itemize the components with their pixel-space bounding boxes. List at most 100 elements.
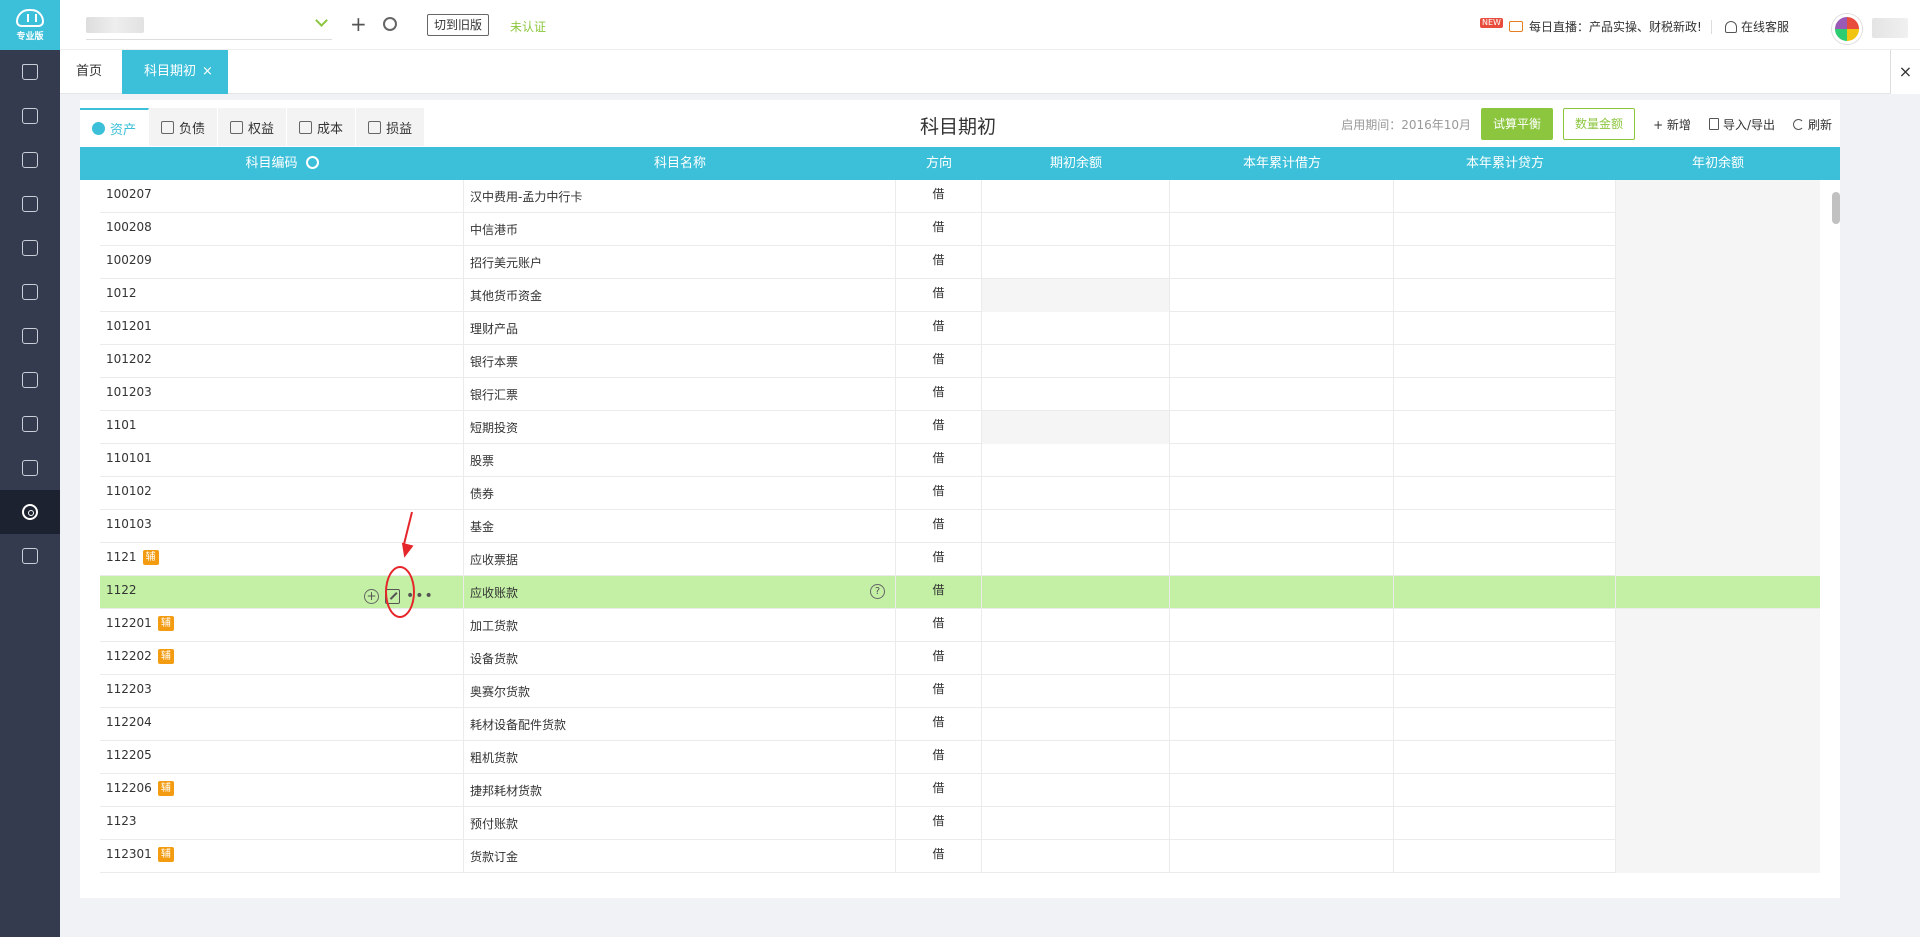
add-company-icon[interactable]: + <box>350 14 367 34</box>
cell-opening-balance[interactable] <box>982 279 1170 312</box>
cell-ytd-credit[interactable] <box>1394 510 1616 543</box>
tab-liabilities[interactable]: 负债 <box>149 108 219 146</box>
cell-ytd-credit[interactable] <box>1394 609 1616 642</box>
add-button[interactable]: + 新增 <box>1653 116 1691 133</box>
cell-ytd-debit[interactable] <box>1170 609 1394 642</box>
sidebar-item-funds[interactable] <box>0 182 60 226</box>
cell-ytd-credit[interactable] <box>1394 444 1616 477</box>
cell-opening-balance[interactable] <box>982 807 1170 840</box>
table-row[interactable]: 112204 耗材设备配件货款 借 <box>100 708 1820 741</box>
quantity-amount-button[interactable]: 数量金额 <box>1563 108 1636 140</box>
close-tab-icon[interactable]: × <box>202 64 213 79</box>
scrollbar[interactable] <box>1830 188 1840 888</box>
username-redacted[interactable] <box>1872 18 1908 38</box>
cell-ytd-debit[interactable] <box>1170 807 1394 840</box>
tab-cost[interactable]: 成本 <box>287 108 357 146</box>
sidebar-item-video[interactable] <box>0 534 60 578</box>
cell-ytd-credit[interactable] <box>1394 411 1616 444</box>
cell-opening-balance[interactable] <box>982 642 1170 675</box>
cell-ytd-credit[interactable] <box>1394 345 1616 378</box>
cell-opening-balance[interactable] <box>982 378 1170 411</box>
cell-ytd-debit[interactable] <box>1170 444 1394 477</box>
table-row[interactable]: 1012 其他货币资金 借 <box>100 279 1820 312</box>
sidebar-item-books[interactable] <box>0 226 60 270</box>
column-settings-icon[interactable] <box>305 156 319 169</box>
table-row[interactable]: 112203 奥赛尔货款 借 <box>100 675 1820 708</box>
table-row[interactable]: 101203 银行汇票 借 <box>100 378 1820 411</box>
table-row[interactable]: 101201 理财产品 借 <box>100 312 1820 345</box>
cell-ytd-debit[interactable] <box>1170 477 1394 510</box>
table-row[interactable]: 100207 汉中费用-孟力中行卡 借 <box>100 180 1820 213</box>
cell-ytd-debit[interactable] <box>1170 741 1394 774</box>
unverified-link[interactable]: 未认证 <box>510 18 546 35</box>
scroll-thumb[interactable] <box>1832 192 1840 224</box>
close-all-tabs-button[interactable]: × <box>1890 50 1920 94</box>
tab-home[interactable]: 首页 <box>76 50 102 94</box>
cell-ytd-credit[interactable] <box>1394 213 1616 246</box>
table-row[interactable]: 1123 预付账款 借 <box>100 807 1820 840</box>
aux-accounting-badge[interactable]: 辅 <box>157 649 174 664</box>
cell-ytd-debit[interactable] <box>1170 642 1394 675</box>
aux-accounting-badge[interactable]: 辅 <box>142 550 159 565</box>
company-selector[interactable] <box>86 14 332 40</box>
table-row[interactable]: 110101 股票 借 <box>100 444 1820 477</box>
table-row[interactable]: 1122 + ••• 应收账款? 借 <box>100 576 1820 609</box>
aux-accounting-badge[interactable]: 辅 <box>157 847 174 862</box>
cell-ytd-credit[interactable] <box>1394 675 1616 708</box>
cell-ytd-credit[interactable] <box>1394 477 1616 510</box>
live-stream-link[interactable]: NEW 每日直播：产品实操、财税新政! <box>1480 17 1702 35</box>
add-sub-account-icon[interactable]: + <box>364 588 379 604</box>
cell-ytd-credit[interactable] <box>1394 576 1616 609</box>
cell-ytd-credit[interactable] <box>1394 708 1616 741</box>
cell-opening-balance[interactable] <box>982 609 1170 642</box>
table-row[interactable]: 1101 短期投资 借 <box>100 411 1820 444</box>
cell-opening-balance[interactable] <box>982 477 1170 510</box>
online-service-link[interactable]: 在线客服 <box>1725 18 1789 35</box>
cell-opening-balance[interactable] <box>982 675 1170 708</box>
table-row[interactable]: 101202 银行本票 借 <box>100 345 1820 378</box>
app-logo[interactable]: 专业版 <box>0 0 60 50</box>
cell-ytd-debit[interactable] <box>1170 279 1394 312</box>
trial-balance-button[interactable]: 试算平衡 <box>1481 108 1554 140</box>
cell-ytd-debit[interactable] <box>1170 510 1394 543</box>
cell-ytd-debit[interactable] <box>1170 213 1394 246</box>
cell-ytd-debit[interactable] <box>1170 411 1394 444</box>
cell-opening-balance[interactable] <box>982 213 1170 246</box>
cell-ytd-debit[interactable] <box>1170 312 1394 345</box>
tab-equity[interactable]: 权益 <box>218 108 288 146</box>
table-row[interactable]: 100209 招行美元账户 借 <box>100 246 1820 279</box>
table-row[interactable]: 112206 辅 捷邦耗材货款 借 <box>100 774 1820 807</box>
cell-opening-balance[interactable] <box>982 840 1170 873</box>
aux-accounting-badge[interactable]: 辅 <box>157 616 174 631</box>
tab-profit-loss[interactable]: 损益 <box>356 108 426 146</box>
tab-assets[interactable]: 资产 <box>80 108 150 146</box>
table-row[interactable]: 110102 债券 借 <box>100 477 1820 510</box>
sidebar-item-home[interactable] <box>0 50 60 94</box>
cell-ytd-debit[interactable] <box>1170 675 1394 708</box>
table-row[interactable]: 112202 辅 设备货款 借 <box>100 642 1820 675</box>
cell-opening-balance[interactable] <box>982 543 1170 576</box>
cell-opening-balance[interactable] <box>982 576 1170 609</box>
cell-ytd-debit[interactable] <box>1170 576 1394 609</box>
cell-ytd-credit[interactable] <box>1394 741 1616 774</box>
cell-ytd-credit[interactable] <box>1394 774 1616 807</box>
tab-opening-balances[interactable]: 科目期初 × <box>122 50 228 94</box>
cell-opening-balance[interactable] <box>982 444 1170 477</box>
cell-ytd-credit[interactable] <box>1394 378 1616 411</box>
cell-ytd-credit[interactable] <box>1394 312 1616 345</box>
cell-opening-balance[interactable] <box>982 774 1170 807</box>
cell-opening-balance[interactable] <box>982 312 1170 345</box>
sidebar-item-invoice[interactable] <box>0 446 60 490</box>
cell-ytd-debit[interactable] <box>1170 840 1394 873</box>
cell-ytd-credit[interactable] <box>1394 246 1616 279</box>
table-row[interactable]: 112205 粗机货款 借 <box>100 741 1820 774</box>
cell-ytd-debit[interactable] <box>1170 774 1394 807</box>
avatar[interactable] <box>1832 14 1862 44</box>
cell-ytd-debit[interactable] <box>1170 543 1394 576</box>
cell-ytd-debit[interactable] <box>1170 708 1394 741</box>
cell-ytd-credit[interactable] <box>1394 642 1616 675</box>
sidebar-item-store[interactable] <box>0 314 60 358</box>
cell-ytd-credit[interactable] <box>1394 180 1616 213</box>
import-export-button[interactable]: 导入/导出 <box>1708 116 1775 133</box>
cell-opening-balance[interactable] <box>982 741 1170 774</box>
